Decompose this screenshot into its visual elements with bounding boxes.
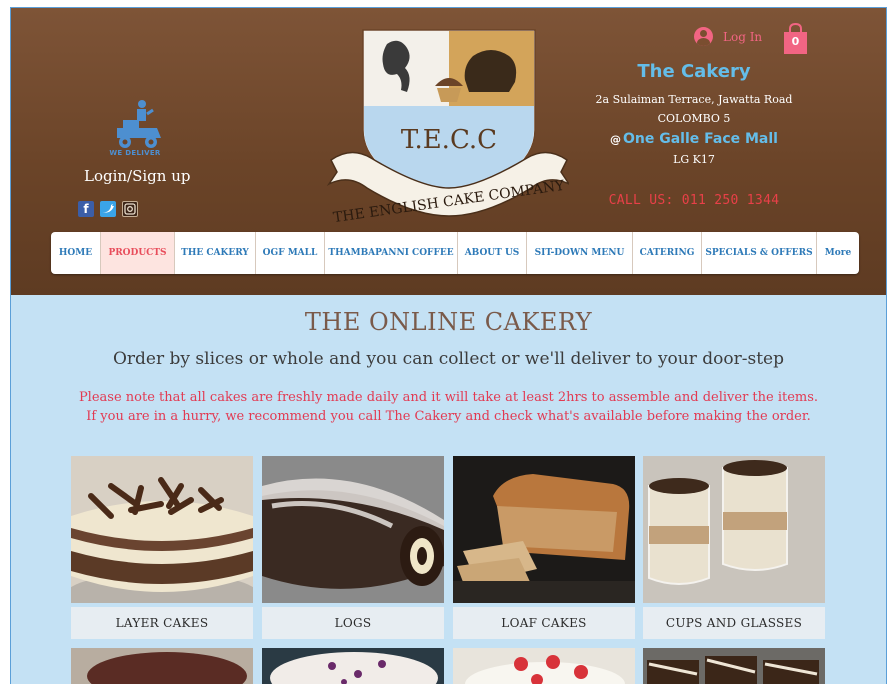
main-nav: HOME PRODUCTS THE CAKERY OGF MALL THAMBA… [51,232,859,274]
nav-products[interactable]: PRODUCTS [101,232,175,274]
nav-ogf-mall[interactable]: OGF MALL [256,232,325,274]
nav-home[interactable]: HOME [51,232,101,274]
crest-initials: T.E.C.C [401,125,497,155]
member-login-link[interactable]: Log In [694,27,762,46]
cups-glasses-image[interactable] [643,456,825,603]
page-title: THE ONLINE CAKERY [304,308,593,336]
login-signup-link[interactable]: Login/Sign up [84,167,190,185]
notice-line-2: If you are in a hurry, we recommend you … [86,409,811,424]
site-frame: WE DELIVER Login/Sign up f T.E.C.C THE E… [10,7,887,684]
site-header: WE DELIVER Login/Sign up f T.E.C.C THE E… [11,8,886,295]
category-card-layer-cakes[interactable]: LAYER CAKES [64,456,260,639]
loaf-cake-image[interactable] [453,456,635,603]
login-label[interactable]: Log In [723,30,762,44]
twitter-icon[interactable] [100,201,116,217]
facebook-icon[interactable]: f [78,201,94,217]
nav-sit-down-menu[interactable]: SIT-DOWN MENU [527,232,633,274]
category-image-row2-3[interactable] [453,648,635,684]
nav-the-cakery[interactable]: THE CAKERY [175,232,256,274]
address-line-2: COLOMBO 5 [657,112,731,125]
category-image-row2-1[interactable] [71,648,253,684]
category-card-logs[interactable]: LOGS [262,456,444,639]
nav-catering[interactable]: CATERING [633,232,702,274]
category-card-loaf-cakes[interactable]: LOAF CAKES [453,456,635,639]
nav-thambapanni-coffee[interactable]: THAMBAPANNI COFFEE [325,232,458,274]
cart-count: 0 [791,35,800,48]
layer-cake-image[interactable] [64,456,260,620]
nav-about-us[interactable]: ABOUT US [458,232,527,274]
call-us-phone[interactable]: CALL US: 011 250 1344 [571,193,817,208]
category-card-cups-and-glasses[interactable]: CUPS AND GLASSES [643,456,825,639]
instagram-icon[interactable] [122,201,138,217]
nav-more[interactable]: More [817,232,859,274]
mall-name[interactable]: One Galle Face Mall [623,131,778,147]
category-label[interactable]: LOGS [262,607,444,639]
page-subtitle: Order by slices or whole and you can col… [112,349,784,369]
cakery-name: The Cakery [637,61,751,82]
nav-specials-offers[interactable]: SPECIALS & OFFERS [702,232,817,274]
user-avatar-icon[interactable] [694,27,713,46]
category-image-row2-2[interactable] [262,648,444,684]
category-label[interactable]: CUPS AND GLASSES [643,607,825,639]
social-links: f [78,201,138,217]
mall-at: @ [610,133,621,146]
company-crest-logo[interactable]: T.E.C.C THE ENGLISH CAKE COMPANY [327,20,569,225]
mall-unit: LG K17 [673,153,715,166]
category-image-row2-4[interactable] [643,648,825,684]
category-label[interactable]: LOAF CAKES [453,607,635,639]
address-line-1: 2a Sulaiman Terrace, Jawatta Road [595,93,793,106]
log-cake-image[interactable] [262,456,444,603]
category-label[interactable]: LAYER CAKES [71,607,253,639]
notice-line-1: Please note that all cakes are freshly m… [78,390,819,405]
mall-location: @ One Galle Face Mall [569,131,819,147]
we-deliver-badge: WE DELIVER [109,149,161,157]
